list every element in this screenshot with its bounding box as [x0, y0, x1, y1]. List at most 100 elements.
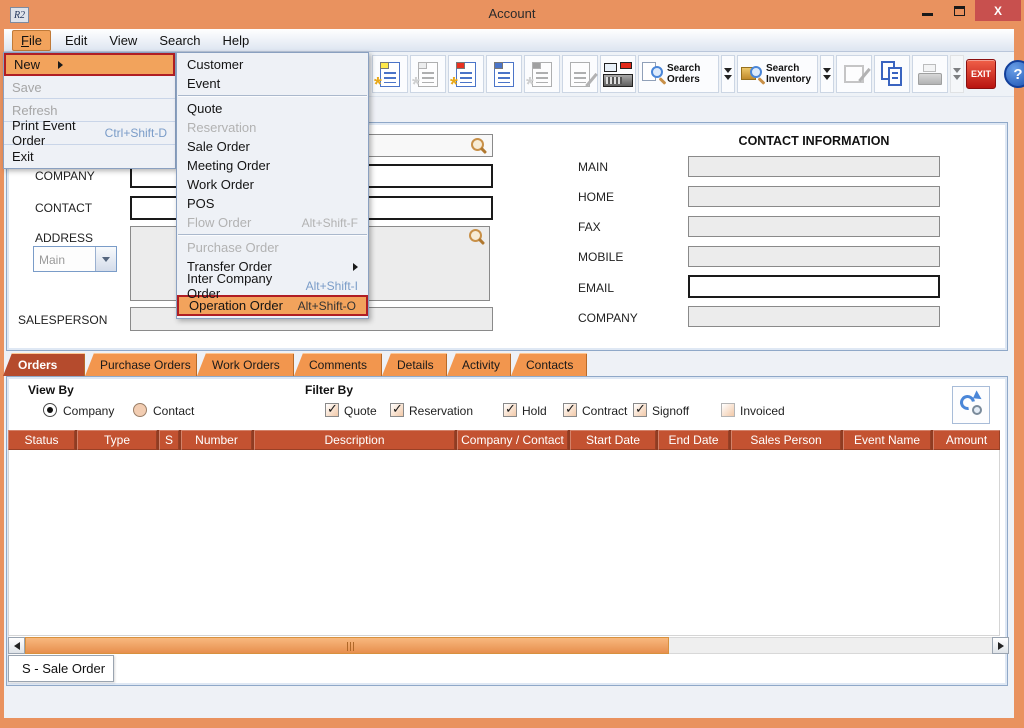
status-legend: S - Sale Order: [8, 655, 114, 682]
radio-company[interactable]: [43, 403, 57, 417]
pos-button[interactable]: [600, 55, 636, 93]
checkbox-hold-label: Hold: [522, 404, 547, 418]
check-icon: ✓: [505, 401, 516, 417]
company-info-field: [688, 306, 940, 327]
help-button[interactable]: ?: [1004, 60, 1024, 88]
horizontal-scrollbar: [8, 637, 1009, 654]
column-number[interactable]: Number: [181, 430, 252, 450]
column-status[interactable]: Status: [8, 430, 75, 450]
checkbox-reservation[interactable]: ✓: [390, 403, 404, 417]
copy-button[interactable]: [874, 55, 910, 93]
checkbox-hold[interactable]: ✓: [503, 403, 517, 417]
submenu-item-customer[interactable]: Customer: [177, 55, 368, 74]
menu-item-exit[interactable]: Exit: [4, 145, 175, 168]
submenu-arrow-icon: [58, 61, 63, 69]
menu-search[interactable]: Search: [151, 31, 208, 50]
shortcut-label: Alt+Shift-I: [296, 279, 358, 293]
fax-label: FAX: [578, 220, 601, 234]
copy-icon: [880, 61, 904, 87]
submenu-item-quote[interactable]: Quote: [177, 99, 368, 118]
refresh-search-icon: [959, 393, 983, 417]
new-event-document-icon: [456, 62, 476, 87]
submenu-item-event[interactable]: Event: [177, 74, 368, 93]
submenu-item-sale-order[interactable]: Sale Order: [177, 137, 368, 156]
submenu-item-meeting-order[interactable]: Meeting Order: [177, 156, 368, 175]
search-orders-dropdown[interactable]: [721, 55, 735, 93]
submenu-item-reservation: Reservation: [177, 118, 368, 137]
exit-button[interactable]: EXIT: [966, 59, 996, 89]
refresh-search-button[interactable]: [952, 386, 990, 424]
close-button[interactable]: X: [975, 0, 1021, 21]
check-icon: ✓: [565, 401, 576, 417]
submenu-item-pos[interactable]: POS: [177, 194, 368, 213]
search-inventory-button[interactable]: Search Inventory: [737, 55, 818, 93]
tab-activity[interactable]: Activity: [447, 353, 511, 376]
scrollbar-thumb[interactable]: [25, 637, 669, 654]
new-submenu: Customer Event Quote Reservation Sale Or…: [176, 52, 369, 319]
tab-purchase-orders[interactable]: Purchase Orders: [85, 353, 197, 376]
menu-item-new[interactable]: New: [4, 53, 175, 76]
menu-help[interactable]: Help: [215, 31, 258, 50]
tab-comments[interactable]: Comments: [294, 353, 382, 376]
search-magnifier-icon[interactable]: [470, 138, 486, 154]
submenu-item-purchase-order: Purchase Order: [177, 238, 368, 257]
company-info-label: COMPANY: [578, 311, 638, 325]
column-type[interactable]: Type: [77, 430, 157, 450]
checkbox-signoff-label: Signoff: [652, 404, 689, 418]
column-event-name[interactable]: Event Name: [843, 430, 931, 450]
submenu-item-work-order[interactable]: Work Order: [177, 175, 368, 194]
column-description[interactable]: Description: [254, 430, 455, 450]
document-button[interactable]: [486, 55, 522, 93]
search-inventory-dropdown[interactable]: [820, 55, 834, 93]
new-customer-button[interactable]: [372, 55, 408, 93]
arrow-right-icon: [998, 642, 1004, 650]
check-icon: ✓: [327, 401, 338, 417]
maximize-button[interactable]: [948, 0, 970, 21]
menu-item-print-event-order[interactable]: Print Event Order Ctrl+Shift-D: [4, 122, 175, 145]
column-end-date[interactable]: End Date: [658, 430, 729, 450]
address-type-dropdown[interactable]: [95, 247, 116, 271]
menu-edit[interactable]: Edit: [57, 31, 95, 50]
tab-contacts[interactable]: Contacts: [511, 353, 587, 376]
menu-item-save: Save: [4, 76, 175, 99]
scroll-right-button[interactable]: [992, 637, 1009, 654]
tab-details[interactable]: Details: [382, 353, 447, 376]
submenu-item-inter-company-order[interactable]: Inter Company Order Alt+Shift-I: [177, 276, 368, 295]
tab-work-orders[interactable]: Work Orders: [197, 353, 294, 376]
menu-file[interactable]: File: [12, 30, 51, 51]
new-event-button[interactable]: [448, 55, 484, 93]
menu-bar: File Edit View Search Help: [4, 29, 1014, 52]
address-type-combo[interactable]: Main: [33, 246, 117, 272]
column-amount[interactable]: Amount: [933, 430, 1000, 450]
minimize-button[interactable]: [916, 0, 938, 21]
email-field[interactable]: [688, 275, 940, 298]
menu-view[interactable]: View: [101, 31, 145, 50]
search-orders-icon: [642, 62, 664, 87]
checkbox-invoiced[interactable]: [721, 403, 735, 417]
search-orders-button[interactable]: Search Orders: [638, 55, 719, 93]
column-company-contact[interactable]: Company / Contact: [457, 430, 568, 450]
email-label: EMAIL: [578, 281, 614, 295]
menu-separator: [178, 95, 367, 97]
column-sales-person[interactable]: Sales Person: [731, 430, 841, 450]
scroll-left-button[interactable]: [8, 637, 25, 654]
shortcut-label: Alt+Shift-O: [288, 299, 356, 313]
tab-orders[interactable]: Orders: [3, 353, 85, 376]
scrollbar-track[interactable]: [669, 637, 992, 654]
checkbox-contract[interactable]: ✓: [563, 403, 577, 417]
submenu-arrow-icon: [353, 263, 358, 271]
address-type-value: Main: [34, 247, 95, 271]
address-magnifier-icon[interactable]: [468, 229, 484, 245]
radio-contact-label: Contact: [153, 404, 194, 418]
checkbox-quote[interactable]: ✓: [325, 403, 339, 417]
checkbox-signoff[interactable]: ✓: [633, 403, 647, 417]
submenu-item-operation-order[interactable]: Operation Order Alt+Shift-O: [177, 295, 368, 316]
radio-contact[interactable]: [133, 403, 147, 417]
submenu-item-flow-order: Flow Order Alt+Shift-F: [177, 213, 368, 232]
arrow-left-icon: [14, 642, 20, 650]
chevron-down-icon: [823, 68, 831, 73]
disabled-print-button: [912, 55, 948, 93]
column-s[interactable]: S: [159, 430, 179, 450]
mobile-field: [688, 246, 940, 267]
column-start-date[interactable]: Start Date: [570, 430, 656, 450]
